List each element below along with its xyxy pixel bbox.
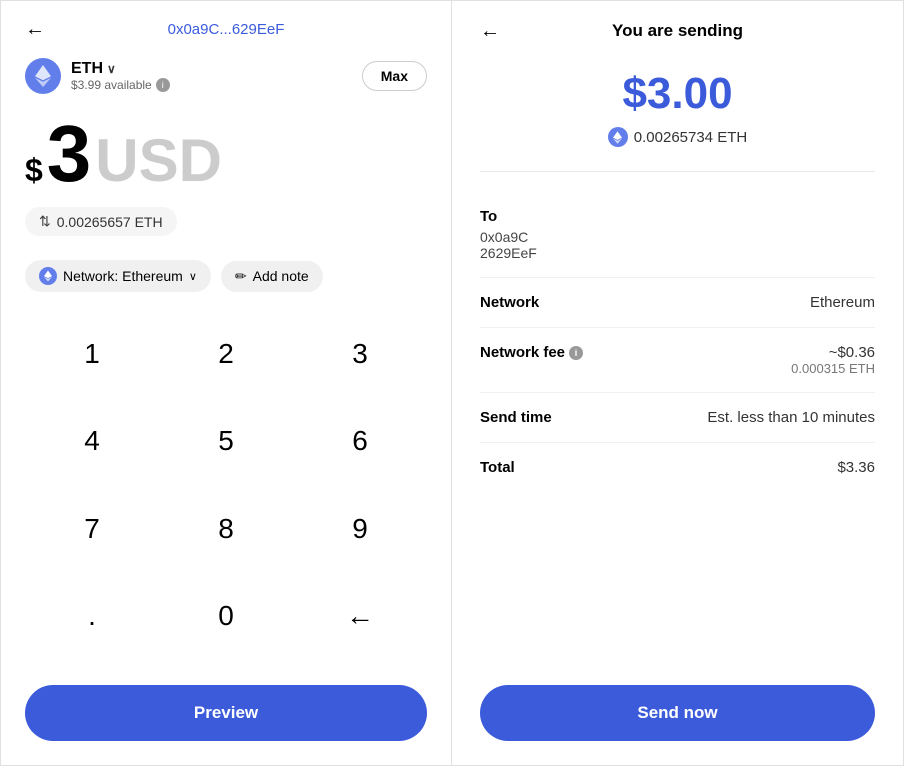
send-now-button[interactable]: Send now — [480, 685, 875, 741]
key-3[interactable]: 3 — [293, 320, 427, 388]
total-row: Total $3.36 — [480, 443, 875, 492]
send-time-row: Send time Est. less than 10 minutes — [480, 393, 875, 443]
sending-usd: $3.00 — [480, 69, 875, 119]
token-chevron-icon: ∨ — [107, 62, 116, 76]
right-panel: ← You are sending $3.00 0.00265734 ETH T… — [452, 0, 904, 766]
sending-amount: $3.00 — [480, 69, 875, 119]
fee-label: Network fee i — [480, 344, 583, 361]
fee-row: Network fee i ~$0.36 0.000315 ETH — [480, 328, 875, 393]
to-section: To 0x0a9C 2629EeF — [480, 192, 875, 278]
network-chevron-icon: ∨ — [189, 270, 197, 283]
sending-eth-row: 0.00265734 ETH — [480, 127, 875, 147]
amount-number: 3 — [47, 114, 92, 194]
key-dot[interactable]: . — [25, 582, 159, 650]
network-row-label: Network — [480, 294, 539, 311]
amount-currency: USD — [95, 126, 222, 195]
amount-display: $ 3 USD — [25, 114, 427, 195]
to-address-line1: 0x0a9C — [480, 229, 875, 245]
address-link[interactable]: 0x0a9C...629EeF — [168, 21, 285, 38]
key-6[interactable]: 6 — [293, 407, 427, 475]
total-value: $3.36 — [837, 459, 875, 476]
network-label: Network: Ethereum — [63, 268, 183, 284]
key-9[interactable]: 9 — [293, 495, 427, 563]
left-back-button[interactable]: ← — [25, 18, 45, 41]
send-time-value: Est. less than 10 minutes — [707, 409, 875, 426]
sending-eth-icon — [608, 127, 628, 147]
sending-eth-text: 0.00265734 ETH — [634, 129, 747, 146]
max-button[interactable]: Max — [362, 61, 427, 91]
left-panel: ← 0x0a9C...629EeF ETH ∨ $3. — [0, 0, 452, 766]
key-5[interactable]: 5 — [159, 407, 293, 475]
to-address-line2: 2629EeF — [480, 245, 875, 261]
dollar-sign: $ — [25, 152, 43, 189]
token-text: ETH ∨ $3.99 available i — [71, 60, 170, 92]
total-label: Total — [480, 459, 515, 476]
key-4[interactable]: 4 — [25, 407, 159, 475]
keypad: 1 2 3 4 5 6 7 8 9 . 0 ← — [25, 320, 427, 669]
eth-icon — [25, 58, 61, 94]
network-eth-icon — [39, 267, 57, 285]
add-note-button[interactable]: ✏ Add note — [221, 261, 323, 292]
fee-eth: 0.000315 ETH — [791, 361, 875, 376]
eth-equivalent[interactable]: ⇅ 0.00265657 ETH — [25, 207, 177, 236]
network-row: Network Ethereum — [480, 278, 875, 328]
right-header: ← You are sending — [480, 21, 875, 41]
right-back-button[interactable]: ← — [480, 20, 500, 43]
right-title: You are sending — [612, 21, 743, 41]
token-available: $3.99 available i — [71, 78, 170, 92]
key-8[interactable]: 8 — [159, 495, 293, 563]
fee-info-icon[interactable]: i — [569, 346, 583, 360]
available-info-icon[interactable]: i — [156, 78, 170, 92]
fee-usd: ~$0.36 — [791, 344, 875, 361]
send-time-label: Send time — [480, 409, 552, 426]
key-7[interactable]: 7 — [25, 495, 159, 563]
left-header: ← 0x0a9C...629EeF — [25, 21, 427, 38]
to-label: To — [480, 208, 875, 225]
key-backspace[interactable]: ← — [293, 582, 427, 650]
swap-icon: ⇅ — [39, 213, 51, 230]
key-2[interactable]: 2 — [159, 320, 293, 388]
divider — [480, 171, 875, 172]
network-button[interactable]: Network: Ethereum ∨ — [25, 260, 211, 292]
token-info: ETH ∨ $3.99 available i — [25, 58, 170, 94]
token-name[interactable]: ETH ∨ — [71, 60, 170, 78]
eth-equiv-text: 0.00265657 ETH — [57, 214, 163, 230]
note-label: Add note — [253, 268, 309, 284]
key-1[interactable]: 1 — [25, 320, 159, 388]
detail-rows: To 0x0a9C 2629EeF Network Ethereum Netwo… — [480, 192, 875, 492]
key-0[interactable]: 0 — [159, 582, 293, 650]
options-row: Network: Ethereum ∨ ✏ Add note — [25, 260, 427, 292]
network-row-value: Ethereum — [810, 294, 875, 311]
preview-button[interactable]: Preview — [25, 685, 427, 741]
pencil-icon: ✏ — [235, 268, 247, 285]
token-row: ETH ∨ $3.99 available i Max — [25, 58, 427, 94]
